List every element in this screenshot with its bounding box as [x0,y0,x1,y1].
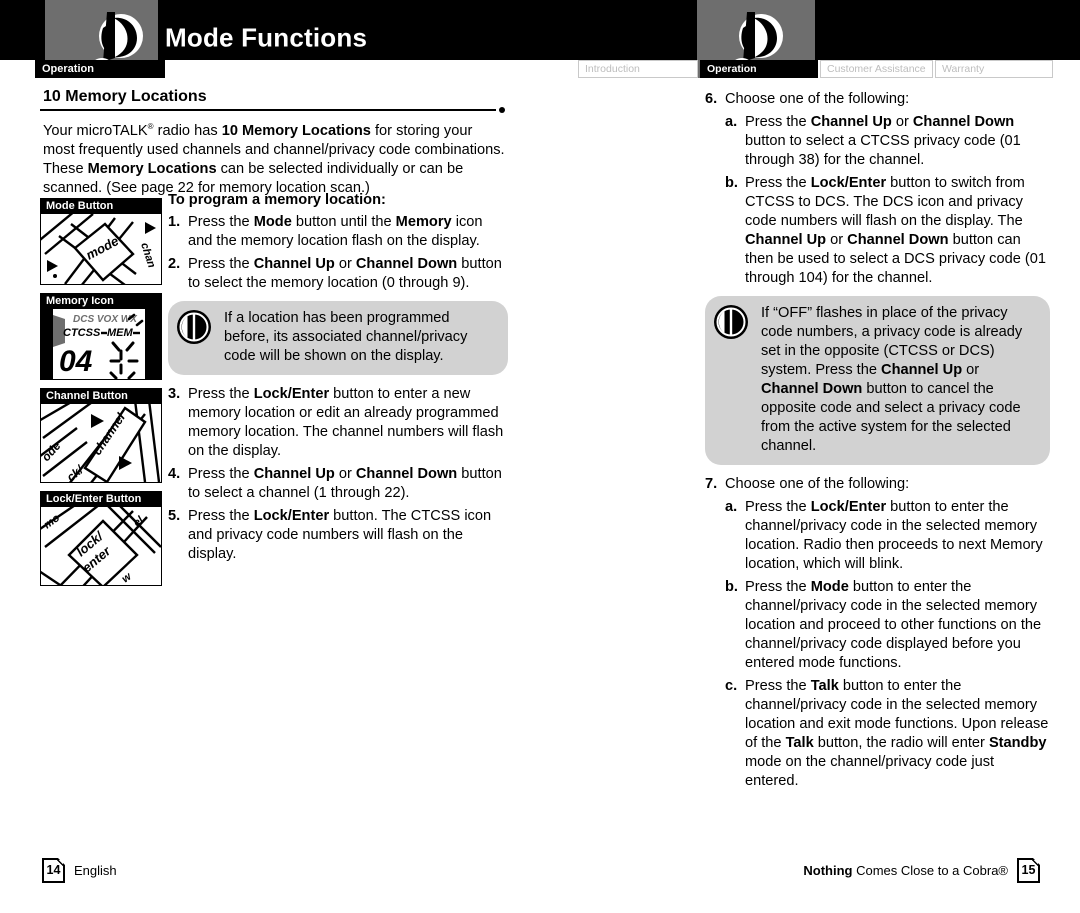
figure-caption: Channel Button [41,389,161,404]
page-number-badge-right: 15 [1017,858,1040,883]
substep-item: b. Press the Mode button to enter the ch… [725,578,1050,673]
footer-right: Nothing Comes Close to a Cobra® 15 [803,858,1040,883]
substep-text: Press the Channel Up or Channel Down but… [745,114,1021,168]
substep-item: b. Press the Lock/Enter button to switch… [725,174,1050,288]
lock-enter-button-photo: lock/ enter mo el w [41,507,161,585]
note-callout-left: If a location has been programmed before… [168,301,508,375]
substep-text: Press the Lock/Enter button to enter the… [745,499,1043,572]
note-text: If “OFF” flashes in place of the privacy… [761,305,1023,454]
lcd-ctcss: CTCSS [63,327,101,339]
substep-item: a. Press the Channel Up or Channel Down … [725,113,1050,170]
substep-item: a. Press the Lock/Enter button to enter … [725,498,1050,574]
step-item: 1. Press the Mode button until the Memor… [168,213,508,251]
left-steps: To program a memory location: 1. Press t… [168,192,508,568]
substep-text: Press the Talk button to enter the chann… [745,678,1049,789]
intro-paragraph: Your microTALK® radio has 10 Memory Loca… [43,122,505,196]
mode-button-photo: mode chan [41,214,161,284]
figure-column: Mode Button mode chan Memory Icon DCS VO… [40,198,162,594]
lcd-digits: 04 [59,345,93,378]
figure-lock-enter-button: Lock/Enter Button lock/ enter mo el w [40,491,162,586]
step-number: 1. [168,214,181,230]
step-item: 4. Press the Channel Up or Channel Down … [168,465,508,503]
note-info-icon [712,303,750,341]
step-item: 5. Press the Lock/Enter button. The CTCS… [168,507,508,564]
footer-tagline: Nothing Comes Close to a Cobra® [803,863,1008,878]
tab-customer-assistance[interactable]: Customer Assistance [820,60,933,78]
substep-letter: a. [725,499,738,515]
figure-caption: Mode Button [41,199,161,214]
figure-channel-button: Channel Button channel ode ck/ [40,388,162,483]
figure-caption: Memory Icon [41,294,161,309]
step-number: 3. [168,386,181,402]
tab-operation-left[interactable]: Operation [35,60,165,78]
substep-item: c. Press the Talk button to enter the ch… [725,677,1050,791]
step-number: 4. [168,466,181,482]
page-title: Mode Functions [165,22,368,53]
substep-letter: b. [725,579,738,595]
step-item: 6. Choose one of the following: [705,90,1050,109]
step-number: 2. [168,256,181,272]
step-text: Press the Lock/Enter button to enter a n… [188,386,504,459]
memory-icon-lcd: DCS VOX WX CTCSS MEM 04 [41,309,161,379]
substep-letter: a. [725,114,738,130]
substep-text: Press the Lock/Enter button to switch fr… [745,175,1046,286]
tab-introduction[interactable]: Introduction [578,60,698,78]
rule-dot [499,107,505,113]
step-number: 5. [168,508,181,524]
footer-language-label: English [74,863,117,878]
step-text: Press the Mode button until the Memory i… [188,214,483,249]
tab-strip-left: Operation [35,60,165,78]
step-text: Press the Channel Up or Channel Down but… [188,256,502,291]
footer-left: 14 English [42,858,117,883]
substep-text: Press the Mode button to enter the chann… [745,579,1042,671]
step-text: Choose one of the following: [725,91,910,107]
tab-warranty[interactable]: Warranty [935,60,1053,78]
section-rule [40,107,505,113]
note-text: If a location has been programmed before… [224,310,468,364]
note-info-icon [175,308,213,346]
figure-caption: Lock/Enter Button [41,492,161,507]
page-number-badge-left: 14 [42,858,65,883]
section-title: 10 Memory Locations [43,88,207,105]
footer-tagline-rest: Comes Close to a Cobra® [852,863,1008,878]
channel-button-photo: channel ode ck/ [41,404,161,482]
note-callout-right: If “OFF” flashes in place of the privacy… [705,296,1050,465]
rule-line [40,109,496,111]
step-item: 7. Choose one of the following: [705,475,1050,494]
footer-tagline-bold: Nothing [803,863,853,878]
step-text: Choose one of the following: [725,476,910,492]
tab-operation[interactable]: Operation [700,60,818,78]
substep-letter: b. [725,175,738,191]
substep-letter: c. [725,678,738,694]
step-text: Press the Channel Up or Channel Down but… [188,466,502,501]
figure-mode-button: Mode Button mode chan [40,198,162,285]
left-column: 10 Memory Locations Your microTALK® radi… [40,88,505,202]
step-text: Press the Lock/Enter button. The CTCSS i… [188,508,492,562]
figure-memory-icon: Memory Icon DCS VOX WX CTCSS MEM 04 [40,293,162,380]
left-subheading: To program a memory location: [168,192,386,208]
step-item: 2. Press the Channel Up or Channel Down … [168,255,508,293]
step-number: 6. [705,91,718,107]
step-item: 3. Press the Lock/Enter button to enter … [168,385,508,461]
lcd-mem: MEM [107,327,134,339]
right-column: 6. Choose one of the following: a. Press… [705,90,1050,795]
tab-strip-right: Introduction Operation Customer Assistan… [578,60,1055,78]
step-number: 7. [705,476,718,492]
